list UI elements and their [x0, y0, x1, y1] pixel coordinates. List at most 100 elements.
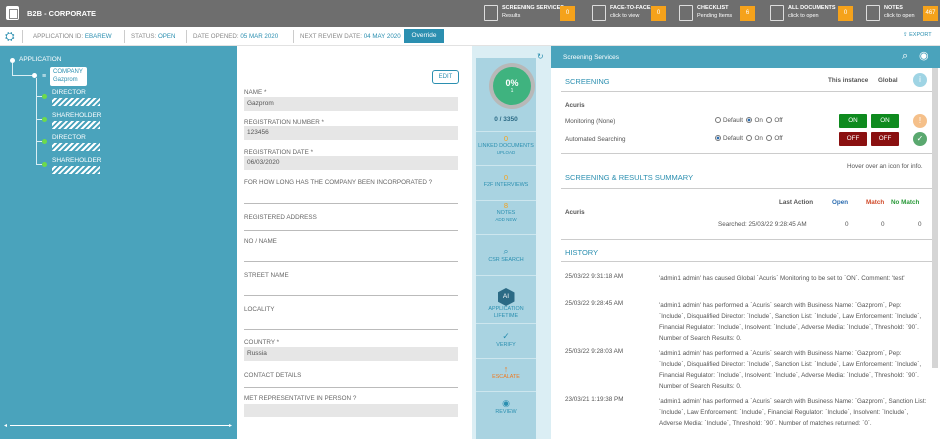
screening-scrollbar[interactable] [932, 68, 938, 368]
override-button[interactable]: Override [404, 29, 444, 43]
history-message: 'admin1 admin' has performed a `Acuris` … [659, 302, 922, 342]
checkmark-icon[interactable]: ✓ [913, 132, 927, 146]
field-label: LOCALITY [244, 306, 275, 313]
eye-icon[interactable]: ◉ [919, 49, 929, 62]
info-icon[interactable]: i [913, 73, 927, 87]
tree-connector [12, 75, 32, 76]
application-id-value: EBAREW [84, 33, 112, 40]
donut-center: 0% 1 [493, 67, 531, 105]
registration-number-field[interactable]: 123456 [244, 126, 458, 140]
monitoring-instance-on-button[interactable]: ON [839, 114, 867, 128]
export-button[interactable]: ⇪ EXPORT [903, 32, 932, 38]
open-count[interactable]: 0 [845, 221, 849, 228]
tree-root-application[interactable]: APPLICATION [19, 56, 62, 63]
progress-text: 0 / 3350 [494, 116, 518, 123]
divider [561, 91, 935, 92]
company-details-form: EDIT NAME * Gazprom REGISTRATION NUMBER … [237, 46, 472, 439]
org-chart-icon[interactable]: ⛭ [5, 30, 18, 43]
option-label: Default [723, 135, 743, 142]
automated-options: Default On Off [715, 135, 783, 142]
monitoring-off-radio[interactable] [766, 117, 773, 124]
history-date: 25/03/22 9:28:03 AM [565, 348, 624, 355]
registration-date-field[interactable]: 06/03/2020 [244, 156, 458, 170]
tree-node-dot [42, 117, 47, 122]
edit-button[interactable]: EDIT [432, 70, 459, 84]
name-field[interactable]: Gazprom [244, 97, 458, 111]
this-instance-header: This instance [828, 77, 869, 84]
met-representative-field[interactable] [244, 404, 458, 417]
last-action-header: Last Action [779, 199, 814, 206]
count-badge: 0 [651, 6, 666, 21]
tree-node-shareholder[interactable]: SHAREHOLDER [52, 157, 101, 164]
status-label: STATUS: [131, 33, 157, 40]
linked-documents-button[interactable]: 0 LINKED DOCUMENTS UPLOAD [476, 134, 536, 166]
section-label: CONTACT DETAILS [244, 372, 302, 379]
count-badge: 0 [560, 6, 575, 21]
face-to-face-icon [592, 5, 606, 21]
divider [22, 30, 23, 43]
list-icon: ≡ [42, 73, 47, 80]
date-opened-label: DATE OPENED: [193, 33, 239, 40]
option-label: Off [774, 117, 783, 124]
screening-section-title: SCREENING [565, 77, 610, 86]
monitoring-on-radio[interactable] [746, 117, 753, 124]
tree-node-dot [42, 162, 47, 167]
toolbar-label: ALL DOCUMENTS [788, 5, 836, 11]
option-label: Default [723, 117, 743, 124]
verify-button[interactable]: ✓ VERIFY [476, 331, 536, 359]
divider [186, 30, 187, 43]
country-field[interactable]: Russia [244, 347, 458, 361]
warning-icon[interactable]: ! [913, 114, 927, 128]
summary-section-title: SCREENING & RESULTS SUMMARY [565, 173, 694, 182]
company-name: Gazprom [53, 77, 78, 83]
review-button[interactable]: ◉ REVIEW [476, 398, 536, 426]
locality-field[interactable] [244, 329, 458, 330]
notes-count: 8 [503, 201, 509, 210]
toolbar-sublabel: click to view [610, 13, 640, 19]
global-header: Global [878, 77, 898, 84]
no-name-field[interactable] [244, 261, 458, 262]
refresh-icon[interactable]: ↻ [537, 52, 544, 61]
escalate-button[interactable]: ↑ ESCALATE [476, 364, 536, 392]
zoom-slider[interactable] [10, 425, 230, 426]
screening-header-title: Screening Services [563, 54, 619, 61]
tree-connector [36, 96, 42, 97]
match-count[interactable]: 0 [881, 221, 885, 228]
slider-left-arrow-icon[interactable]: ◂ [4, 422, 7, 429]
documents-icon [770, 5, 784, 21]
tree-node-director[interactable]: DIRECTOR [52, 134, 86, 141]
no-match-count[interactable]: 0 [918, 221, 922, 228]
monitoring-default-radio[interactable] [715, 117, 721, 124]
tree-node-director[interactable]: DIRECTOR [52, 89, 86, 96]
provider-name: Acuris [565, 102, 585, 109]
history-message: 'admin1 admin' has caused Global `Acuris… [659, 275, 905, 282]
count-badge: 6 [740, 6, 755, 21]
search-icon: ⌕ [503, 246, 509, 256]
search-icon[interactable]: ⌕ [902, 50, 908, 63]
application-lifetime-button[interactable]: AI APPLICATION LIFETIME [476, 288, 536, 324]
tree-node-shareholder[interactable]: SHAREHOLDER [52, 112, 101, 119]
automated-searching-label: Automated Searching [565, 136, 626, 143]
automated-off-radio[interactable] [766, 135, 773, 142]
incorporation-duration-field[interactable] [244, 203, 458, 204]
tree-node-company[interactable]: COMPANY Gazprom [50, 67, 87, 86]
divider [561, 188, 935, 189]
automated-global-off-button[interactable]: OFF [871, 132, 899, 146]
f2f-interviews-button[interactable]: 0 F2F INTERVIEWS [476, 173, 536, 201]
match-header: Match [866, 199, 885, 206]
entity-tree-panel: APPLICATION ≡ COMPANY Gazprom DIRECTOR S… [0, 46, 237, 439]
automated-instance-off-button[interactable]: OFF [839, 132, 867, 146]
street-name-field[interactable] [244, 295, 458, 296]
monitoring-global-on-button[interactable]: ON [871, 114, 899, 128]
slider-right-arrow-icon[interactable]: ▸ [229, 422, 232, 429]
csr-search-button[interactable]: ⌕ CSR SEARCH [476, 246, 536, 276]
automated-default-radio[interactable] [715, 135, 721, 142]
notes-panel-button[interactable]: 8 NOTES ADD NEW [476, 201, 536, 235]
divider [124, 30, 125, 43]
field-label: FOR HOW LONG HAS THE COMPANY BEEN INCORP… [244, 179, 433, 186]
toolbar-sublabel: click to open [788, 13, 819, 19]
next-review-date: NEXT REVIEW DATE: 04 MAY 2020 [300, 33, 401, 40]
automated-on-radio[interactable] [746, 135, 753, 142]
completion-donut: 0% 1 [489, 63, 535, 109]
app-logo-icon [6, 6, 19, 20]
